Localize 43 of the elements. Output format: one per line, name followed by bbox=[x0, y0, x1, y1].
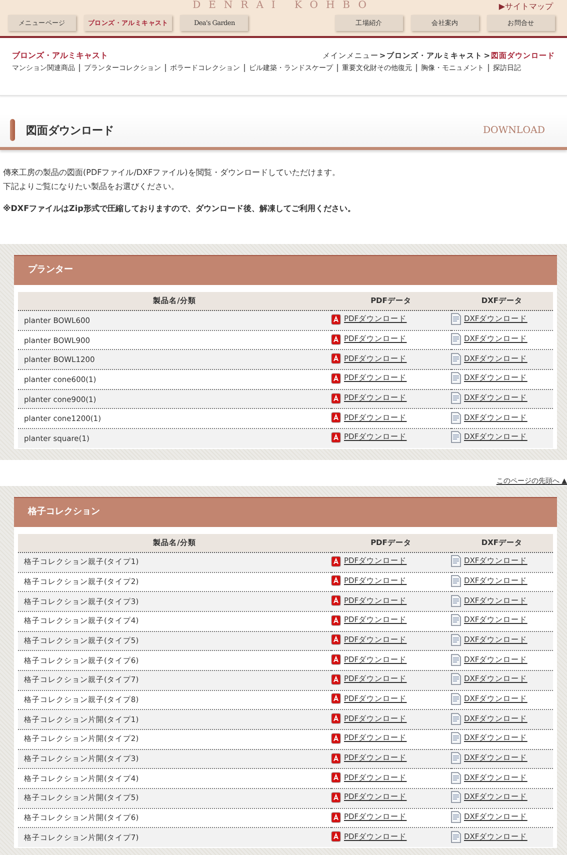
document-icon bbox=[451, 654, 461, 666]
pdf-icon bbox=[331, 334, 341, 345]
pdf-icon bbox=[331, 595, 341, 606]
document-icon bbox=[451, 692, 461, 705]
pdf-icon bbox=[331, 772, 341, 784]
page-subtitle: DOWNLOAD bbox=[482, 124, 545, 136]
document-icon bbox=[451, 333, 461, 346]
document-icon bbox=[451, 732, 461, 744]
document-icon bbox=[451, 574, 461, 587]
pdf-icon bbox=[331, 792, 341, 803]
pdf-icon bbox=[331, 713, 341, 724]
pdf-icon bbox=[331, 654, 341, 666]
pdf-icon bbox=[331, 353, 341, 364]
pdf-icon bbox=[331, 392, 341, 404]
pdf-icon bbox=[331, 556, 341, 567]
document-icon bbox=[451, 412, 461, 424]
intro-text: 傳來工房の製品の図面(PDFファイル/DXFファイル)を閲覧・ダウンロードしていただけます。 bbox=[3, 167, 341, 179]
pdf-icon bbox=[331, 693, 341, 704]
pdf-icon bbox=[331, 614, 341, 626]
note-text: ※DXFファイルはZip形式で圧縮しておりますので、ダウンロード後、解凍してご利用ください。 bbox=[3, 203, 356, 215]
sitemap-link[interactable]: ▶サイトマップ bbox=[498, 1, 553, 12]
document-icon bbox=[451, 614, 461, 626]
pdf-icon bbox=[331, 575, 341, 586]
document-icon bbox=[451, 811, 461, 824]
pdf-icon bbox=[331, 812, 341, 823]
page-title: 図面ダウンロード bbox=[26, 122, 115, 138]
document-icon bbox=[451, 772, 461, 784]
intro-text: 下記よりご覧になりたい製品をお選びください。 bbox=[3, 181, 180, 193]
pdf-icon bbox=[331, 412, 341, 424]
document-icon bbox=[451, 372, 461, 384]
pdf-icon bbox=[331, 314, 341, 325]
pdf-icon bbox=[331, 634, 341, 646]
section-header: プランター bbox=[14, 255, 557, 285]
pdf-icon bbox=[331, 432, 341, 443]
pdf-icon bbox=[331, 674, 341, 685]
section-header: 格子コレクション bbox=[14, 496, 557, 527]
site-logo: DENRAI KOHBO bbox=[192, 0, 374, 11]
pdf-icon bbox=[331, 732, 341, 744]
pdf-icon bbox=[331, 372, 341, 384]
pdf-icon bbox=[331, 831, 341, 842]
category-title: ブロンズ・アルミキャスト bbox=[12, 50, 108, 61]
pdf-icon bbox=[331, 752, 341, 764]
title-marker bbox=[10, 119, 15, 141]
